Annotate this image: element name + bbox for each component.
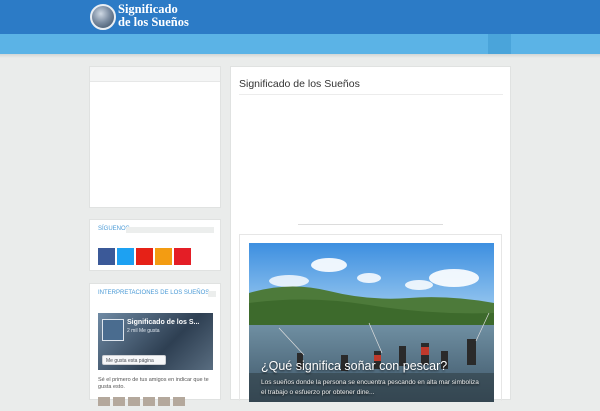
post-excerpt: Los sueños donde la persona se encuentra… (261, 379, 479, 396)
friend-avatar[interactable] (173, 397, 185, 406)
facebook-page-widget[interactable]: Significado de los S... 2 mil Me gusta M… (98, 313, 213, 370)
fb-friends-avatars (98, 393, 188, 411)
widget-header-bar (90, 67, 220, 82)
friend-avatar[interactable] (143, 397, 155, 406)
sidebar-widget-interpretations: INTERPRETACIONES DE LOS SUEÑOS Significa… (89, 283, 221, 406)
fb-page-name[interactable]: Significado de los S... (127, 319, 199, 326)
interp-title: INTERPRETACIONES DE LOS SUEÑOS (98, 290, 210, 296)
title-divider (126, 227, 214, 233)
friend-avatar[interactable] (158, 397, 170, 406)
sidebar-widget-blank (89, 66, 221, 208)
follow-title: SÍGUENOS (98, 226, 130, 232)
logo-line-2: de los Sueños (118, 15, 189, 29)
page-title: Significado de los Sueños (239, 78, 360, 90)
site-logo-icon[interactable] (90, 4, 116, 30)
title-divider (208, 291, 216, 297)
ad-divider (298, 224, 443, 225)
friend-avatar[interactable] (113, 397, 125, 406)
sidebar-widget-follow: SÍGUENOS (89, 219, 221, 271)
main-content: Significado de los Sueños ¿Qué significa… (230, 66, 511, 402)
friend-avatar[interactable] (128, 397, 140, 406)
site-header: Significado de los Sueños (0, 0, 600, 34)
friend-avatar[interactable] (98, 397, 110, 406)
fb-like-button[interactable]: Me gusta esta página (102, 355, 166, 365)
pinterest-icon[interactable] (174, 248, 191, 265)
fb-friends-text: Sé el primero de tus amigos en indicar q… (98, 377, 209, 390)
featured-post: ¿Qué significa soñar con pescar? Los sue… (239, 234, 502, 402)
facebook-icon[interactable] (98, 248, 115, 265)
twitter-icon[interactable] (117, 248, 134, 265)
nav-bar (0, 34, 600, 54)
fb-page-avatar[interactable] (102, 319, 124, 341)
rss-icon[interactable] (155, 248, 172, 265)
post-image[interactable]: ¿Qué significa soñar con pescar? Los sue… (249, 243, 494, 402)
youtube-icon[interactable] (136, 248, 153, 265)
header-shadow (0, 54, 600, 58)
title-divider (239, 94, 503, 95)
site-logo-text[interactable]: Significado de los Sueños (118, 3, 189, 29)
nav-item[interactable] (488, 34, 511, 54)
fb-page-likes: 2 mil Me gusta (127, 328, 160, 334)
fb-like-label: Me gusta esta página (106, 358, 154, 364)
post-title[interactable]: ¿Qué significa soñar con pescar? (261, 359, 447, 373)
